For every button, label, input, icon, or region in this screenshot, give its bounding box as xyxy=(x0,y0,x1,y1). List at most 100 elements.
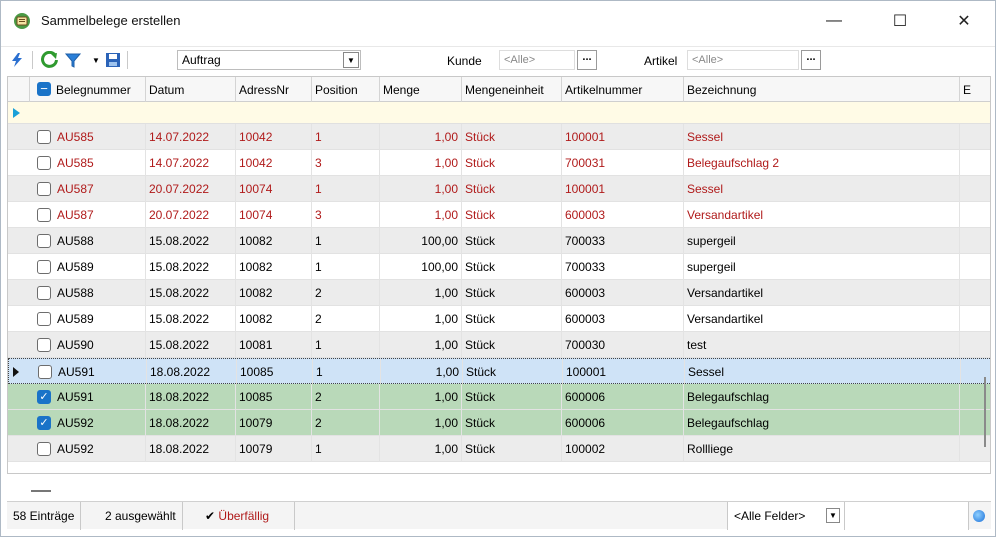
cell-adressnr[interactable]: 10042 xyxy=(236,124,312,150)
cell-adressnr[interactable]: 10074 xyxy=(236,202,312,228)
table-row[interactable]: AU591 18.08.2022 10085 1 1,00 Stück 100001 Sess… xyxy=(8,358,990,385)
column-header-artikelnummer[interactable]: Artikelnummer xyxy=(562,77,684,102)
table-row[interactable]: AU585 14.07.2022 10042 3 1,00 Stück 700031 Bele… xyxy=(8,150,990,176)
cell-artikelnummer[interactable]: 600003 xyxy=(562,306,684,332)
kunde-field[interactable]: <Alle> xyxy=(499,50,575,70)
cell-bezeichnung[interactable]: Rollliege xyxy=(684,436,960,462)
column-header-more[interactable]: E xyxy=(960,77,990,102)
cell-artikelnummer[interactable]: 700033 xyxy=(562,228,684,254)
cell-datum[interactable]: 15.08.2022 xyxy=(146,228,236,254)
row-checkbox[interactable] xyxy=(37,130,51,144)
table-row[interactable]: AU587 20.07.2022 10074 1 1,00 Stück 100001 Sess… xyxy=(8,176,990,202)
chevron-down-icon[interactable]: ▼ xyxy=(343,52,359,68)
table-row[interactable]: ✓ AU591 18.08.2022 10085 2 1,00 Stück 600006 Bel… xyxy=(8,384,990,410)
column-header-adressnr[interactable]: AdressNr xyxy=(236,77,312,102)
cell-menge[interactable]: 1,00 xyxy=(380,384,462,410)
search-globe-icon[interactable] xyxy=(973,510,985,522)
row-checkbox[interactable] xyxy=(37,182,51,196)
cell-mengeneinheit[interactable]: Stück xyxy=(462,150,562,176)
field-filter-select[interactable]: <Alle Felder> ▼ xyxy=(727,502,845,530)
cell-bezeichnung[interactable]: supergeil xyxy=(684,254,960,280)
cell-artikelnummer[interactable]: 700030 xyxy=(562,332,684,358)
new-row[interactable] xyxy=(8,102,990,124)
cell-belegnummer[interactable]: AU585 xyxy=(54,150,146,176)
kunde-browse-button[interactable]: ... xyxy=(577,50,597,70)
table-row[interactable]: ✓ AU592 18.08.2022 10079 2 1,00 Stück 600006 Bel… xyxy=(8,410,990,436)
row-checkbox[interactable]: ✓ xyxy=(37,416,51,430)
cell-position[interactable]: 2 xyxy=(312,384,380,410)
cell-position[interactable]: 3 xyxy=(312,202,380,228)
cell-position[interactable]: 2 xyxy=(312,306,380,332)
cell-adressnr[interactable]: 10082 xyxy=(236,280,312,306)
row-checkbox[interactable]: ✓ xyxy=(37,390,51,404)
column-header-mengeneinheit[interactable]: Mengeneinheit xyxy=(462,77,562,102)
cell-datum[interactable]: 14.07.2022 xyxy=(146,124,236,150)
cell-artikelnummer[interactable]: 600003 xyxy=(562,202,684,228)
cell-mengeneinheit[interactable]: Stück xyxy=(462,410,562,436)
cell-datum[interactable]: 18.08.2022 xyxy=(146,436,236,462)
cell-adressnr[interactable]: 10079 xyxy=(236,410,312,436)
data-grid[interactable]: − Belegnummer Datum AdressNr Position Me… xyxy=(7,76,991,474)
cell-belegnummer[interactable]: AU589 xyxy=(54,254,146,280)
table-row[interactable]: AU589 15.08.2022 10082 2 1,00 Stück 600003 Vers… xyxy=(8,306,990,332)
row-checkbox[interactable] xyxy=(37,260,51,274)
cell-artikelnummer[interactable]: 100001 xyxy=(563,359,685,385)
select-all-checkbox[interactable]: − xyxy=(37,82,51,96)
cell-mengeneinheit[interactable]: Stück xyxy=(462,306,562,332)
cell-artikelnummer[interactable]: 600003 xyxy=(562,280,684,306)
cell-belegnummer[interactable]: AU591 xyxy=(55,359,147,385)
cell-belegnummer[interactable]: AU588 xyxy=(54,228,146,254)
cell-bezeichnung[interactable]: supergeil xyxy=(684,228,960,254)
cell-belegnummer[interactable]: AU592 xyxy=(54,436,146,462)
cell-mengeneinheit[interactable]: Stück xyxy=(462,176,562,202)
cell-menge[interactable]: 1,00 xyxy=(380,280,462,306)
cell-adressnr[interactable]: 10074 xyxy=(236,176,312,202)
cell-artikelnummer[interactable]: 100002 xyxy=(562,436,684,462)
cell-position[interactable]: 1 xyxy=(312,228,380,254)
cell-bezeichnung[interactable]: Sessel xyxy=(685,359,961,385)
cell-position[interactable]: 1 xyxy=(312,332,380,358)
cell-menge[interactable]: 1,00 xyxy=(380,202,462,228)
cell-mengeneinheit[interactable]: Stück xyxy=(462,436,562,462)
save-icon[interactable] xyxy=(103,50,123,70)
table-row[interactable]: AU585 14.07.2022 10042 1 1,00 Stück 100001 Sess… xyxy=(8,124,990,150)
cell-menge[interactable]: 100,00 xyxy=(380,228,462,254)
cell-adressnr[interactable]: 10085 xyxy=(236,384,312,410)
filter-icon[interactable] xyxy=(63,50,83,70)
cell-mengeneinheit[interactable]: Stück xyxy=(462,228,562,254)
column-header-position[interactable]: Position xyxy=(312,77,380,102)
table-row[interactable]: AU587 20.07.2022 10074 3 1,00 Stück 600003 Vers… xyxy=(8,202,990,228)
column-header-belegnummer[interactable]: − Belegnummer xyxy=(30,77,146,102)
cell-menge[interactable]: 1,00 xyxy=(380,332,462,358)
cell-menge[interactable]: 1,00 xyxy=(380,150,462,176)
cell-datum[interactable]: 15.08.2022 xyxy=(146,254,236,280)
cell-mengeneinheit[interactable]: Stück xyxy=(462,202,562,228)
artikel-field[interactable]: <Alle> xyxy=(687,50,799,70)
row-checkbox[interactable] xyxy=(37,156,51,170)
refresh-icon[interactable] xyxy=(40,50,60,70)
beleg-type-select[interactable]: Auftrag ▼ xyxy=(177,50,361,70)
row-checkbox[interactable] xyxy=(37,442,51,456)
cell-mengeneinheit[interactable]: Stück xyxy=(463,359,563,385)
field-filter-input[interactable] xyxy=(845,502,969,530)
table-row[interactable]: AU588 15.08.2022 10082 1 100,00 Stück 700033 su… xyxy=(8,228,990,254)
chevron-down-icon[interactable]: ▼ xyxy=(826,508,840,523)
cell-position[interactable]: 1 xyxy=(312,254,380,280)
table-row[interactable]: AU592 18.08.2022 10079 1 1,00 Stück 100002 Roll… xyxy=(8,436,990,462)
cell-bezeichnung[interactable]: test xyxy=(684,332,960,358)
table-row[interactable]: AU588 15.08.2022 10082 2 1,00 Stück 600003 Vers… xyxy=(8,280,990,306)
column-header-bezeichnung[interactable]: Bezeichnung xyxy=(684,77,960,102)
cell-position[interactable]: 1 xyxy=(313,359,381,385)
cell-artikelnummer[interactable]: 600006 xyxy=(562,384,684,410)
cell-belegnummer[interactable]: AU587 xyxy=(54,202,146,228)
cell-bezeichnung[interactable]: Belegaufschlag 2 xyxy=(684,150,960,176)
cell-menge[interactable]: 1,00 xyxy=(380,124,462,150)
cell-belegnummer[interactable]: AU585 xyxy=(54,124,146,150)
row-checkbox[interactable] xyxy=(37,234,51,248)
cell-mengeneinheit[interactable]: Stück xyxy=(462,280,562,306)
cell-mengeneinheit[interactable]: Stück xyxy=(462,384,562,410)
cell-artikelnummer[interactable]: 600006 xyxy=(562,410,684,436)
cell-artikelnummer[interactable]: 700031 xyxy=(562,150,684,176)
row-checkbox[interactable] xyxy=(37,286,51,300)
artikel-browse-button[interactable]: ... xyxy=(801,50,821,70)
